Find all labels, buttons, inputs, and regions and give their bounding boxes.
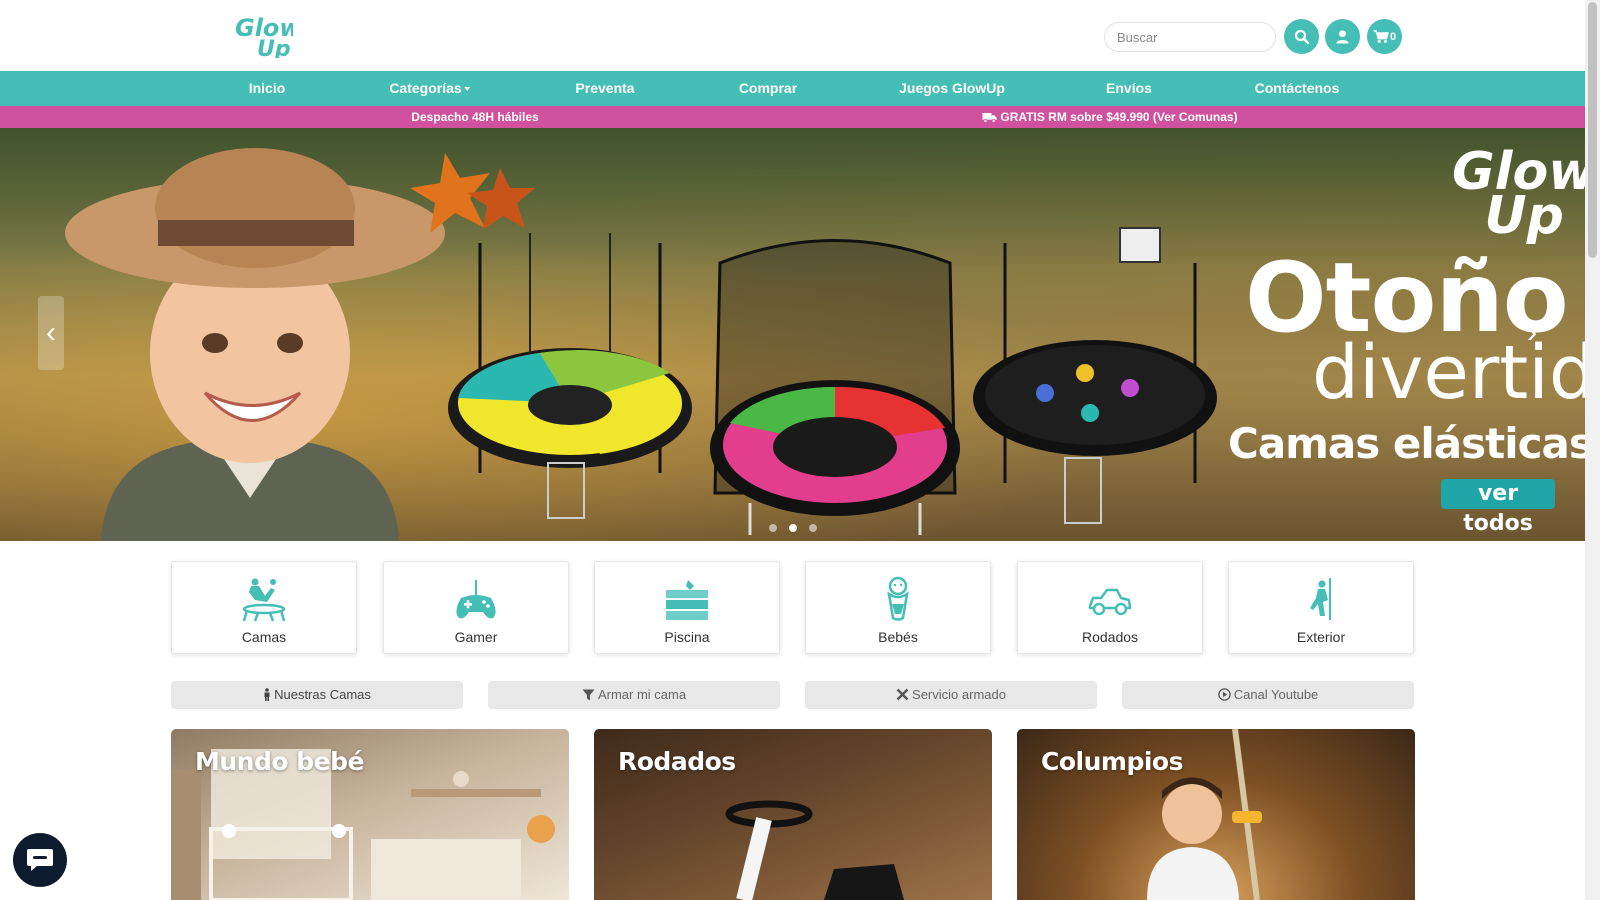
hero-tagline: Camas elásticas <box>1228 419 1585 468</box>
trampoline-image-1 <box>448 233 692 519</box>
cart-button[interactable]: 0 <box>1367 19 1402 54</box>
quick-link-label: Armar mi cama <box>597 687 687 702</box>
nav-item-categorias[interactable]: Categorías <box>389 71 471 106</box>
carousel-prev-button[interactable]: ‹ <box>38 296 64 370</box>
category-label: Camas <box>241 629 287 645</box>
category-label: Gamer <box>454 629 498 645</box>
nav-item-comprar[interactable]: Comprar <box>739 71 797 106</box>
chevron-left-icon: ‹ <box>46 316 56 349</box>
svg-text:Up: Up <box>257 37 291 58</box>
category-card-gamer[interactable]: Gamer <box>383 561 569 654</box>
play-circle-icon <box>1217 688 1231 701</box>
promo-dispatch: Despacho 48H hábiles <box>411 110 539 124</box>
carousel-dot[interactable] <box>769 524 777 532</box>
nav-item-inicio[interactable]: Inicio <box>249 71 286 106</box>
quick-link-label: Nuestras Camas <box>274 687 371 702</box>
chat-icon <box>27 849 53 871</box>
category-card-rodados[interactable]: Rodados <box>1017 561 1203 654</box>
quick-link-label: Canal Youtube <box>1233 687 1319 702</box>
search-input[interactable] <box>1105 23 1275 51</box>
quick-link-label: Servicio armado <box>912 687 1006 702</box>
hero-brand-logo: Glow Up <box>1452 142 1585 246</box>
category-label: Exterior <box>1296 629 1346 645</box>
person-icon <box>264 688 270 701</box>
user-icon <box>1336 30 1349 44</box>
quick-link-canal-youtube[interactable]: Canal Youtube <box>1122 681 1414 709</box>
nav-item-label: Contáctenos <box>1254 80 1340 96</box>
search-field[interactable] <box>1104 22 1276 52</box>
site-header: Glow Up 0 <box>0 0 1585 71</box>
promo-free-shipping[interactable]: GRATIS RM sobre $49.990 (Ver Comunas) <box>982 106 1238 128</box>
nav-item-contactenos[interactable]: Contáctenos <box>1255 71 1340 106</box>
carousel-next-button[interactable]: › <box>1519 296 1545 370</box>
banner-title: Columpios <box>1041 747 1183 776</box>
pool-icon <box>666 580 708 620</box>
site-logo[interactable]: Glow Up <box>233 12 293 58</box>
banner-title: Rodados <box>618 747 736 776</box>
page-scrollbar[interactable] <box>1585 0 1600 900</box>
hero-child-image <box>65 148 445 541</box>
trampoline-image-2 <box>710 239 960 535</box>
nav-item-label: Juegos GlowUp <box>899 80 1005 96</box>
category-card-exterior[interactable]: Exterior <box>1228 561 1414 654</box>
nav-item-preventa[interactable]: Preventa <box>575 71 634 106</box>
carousel-indicators <box>769 524 817 532</box>
trampoline-image-3 <box>973 227 1217 524</box>
nav-item-label: Inicio <box>248 80 286 96</box>
category-label: Piscina <box>664 629 710 645</box>
quick-link-armar-mi-cama[interactable]: Armar mi cama <box>488 681 780 709</box>
nav-item-label: Preventa <box>575 80 635 96</box>
cart-count: 0 <box>1389 30 1397 43</box>
gamepad-icon <box>456 580 496 619</box>
category-card-bebes[interactable]: Bebés <box>805 561 991 654</box>
category-card-camas[interactable]: Camas <box>171 561 357 654</box>
search-button[interactable] <box>1284 19 1319 54</box>
category-label: Bebés <box>878 629 918 645</box>
nav-item-label: Comprar <box>738 80 798 96</box>
trampoline-icon <box>242 578 286 622</box>
category-label: Rodados <box>1081 629 1139 645</box>
truck-icon <box>982 113 997 123</box>
caret-down-icon <box>464 87 471 92</box>
scrollbar-thumb[interactable] <box>1588 2 1597 258</box>
banner-rodados[interactable]: Rodados <box>594 729 992 900</box>
tools-icon <box>896 688 909 701</box>
main-nav: Inicio Categorías Preventa Comprar Juego… <box>0 71 1585 106</box>
nav-item-label: Categorías <box>389 80 462 96</box>
banner-title: Mundo bebé <box>195 747 364 776</box>
nav-item-envios[interactable]: Envíos <box>1106 71 1152 106</box>
carousel-dot[interactable] <box>809 524 817 532</box>
quick-link-servicio-armado[interactable]: Servicio armado <box>805 681 1097 709</box>
category-card-piscina[interactable]: Piscina <box>594 561 780 654</box>
hero-carousel[interactable]: Glow Up Otoño divertid Camas elásticas v… <box>0 128 1585 541</box>
cart-icon <box>1373 30 1389 43</box>
hero-cta-button[interactable]: ver todos <box>1441 479 1555 536</box>
promo-free-shipping-label: GRATIS RM sobre $49.990 (Ver Comunas) <box>1000 110 1238 124</box>
search-icon <box>1294 29 1309 44</box>
account-button[interactable] <box>1325 19 1360 54</box>
car-icon <box>1088 588 1132 616</box>
filter-icon <box>582 689 595 701</box>
nav-item-label: Envíos <box>1106 80 1152 96</box>
banner-mundo-bebe[interactable]: Mundo bebé <box>171 729 569 900</box>
quick-link-nuestras-camas[interactable]: Nuestras Camas <box>171 681 463 709</box>
chat-widget-button[interactable] <box>13 833 67 887</box>
promo-bar: Despacho 48H hábiles GRATIS RM sobre $49… <box>0 106 1585 128</box>
banner-columpios[interactable]: Columpios <box>1017 729 1415 900</box>
carousel-dot-active[interactable] <box>789 524 797 532</box>
nav-item-juegos-glowup[interactable]: Juegos GlowUp <box>899 71 1005 106</box>
chevron-right-icon: › <box>1527 316 1537 349</box>
climber-icon <box>1310 578 1331 620</box>
baby-icon <box>887 576 909 621</box>
